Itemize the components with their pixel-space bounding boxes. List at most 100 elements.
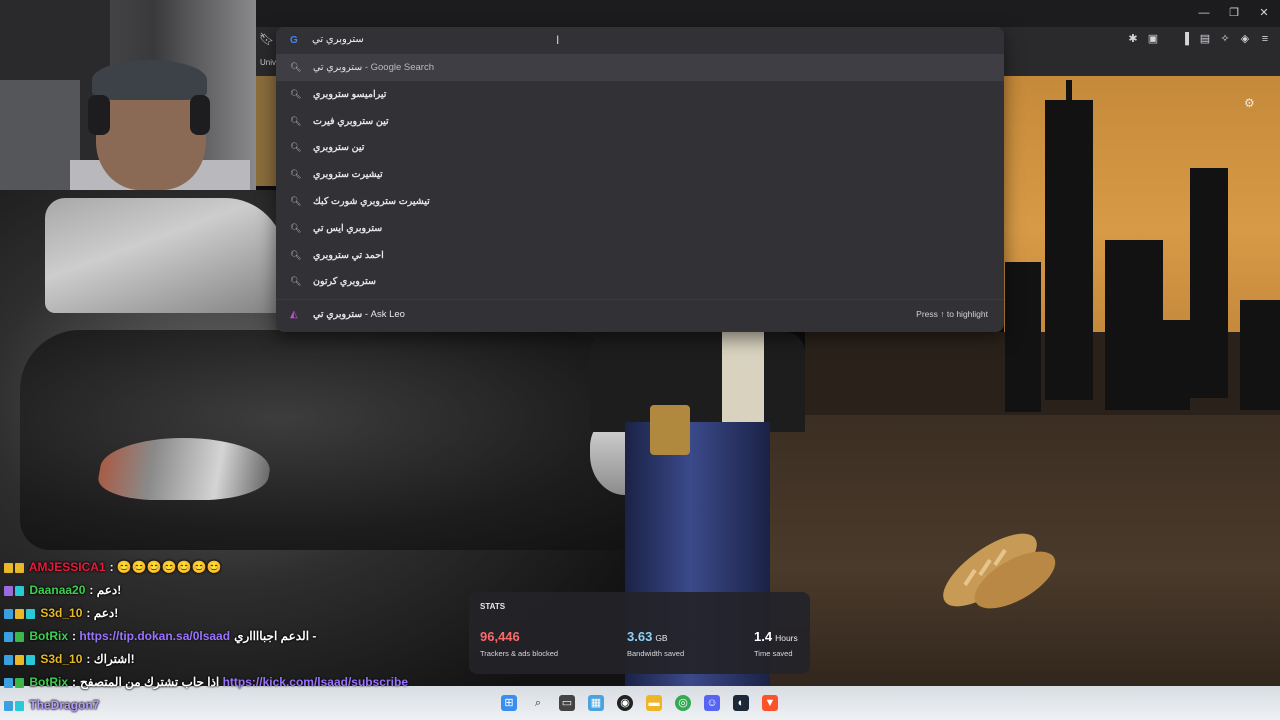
car-body (20, 330, 670, 550)
skyscraper-spire (1066, 80, 1072, 104)
chat-message: Daanaa20 : دعم! (4, 583, 121, 603)
obs-icon[interactable]: ◉ (617, 695, 633, 711)
close-button[interactable]: ✕ (1253, 5, 1275, 21)
menu-icon[interactable]: ≡ (1259, 33, 1271, 45)
search-icon: 🔍︎ (290, 249, 302, 260)
verified-badge-icon (15, 677, 24, 688)
chat-text: : دعم! (89, 583, 122, 597)
building (1005, 262, 1041, 412)
chrome-icon[interactable]: ◎ (675, 695, 691, 711)
og-badge-icon (15, 700, 24, 711)
bookmark-item[interactable]: Univ (260, 58, 276, 67)
ask-leo-item[interactable]: ◭ ستروبري تي - Ask Leo Press ↑ to highli… (276, 299, 1004, 330)
stat-unit: Hours (775, 633, 798, 643)
taskbar: ⊞ ⌕ ▭ ▦ ◉ ▬ ◎ ☺ ◐ ▼ (497, 692, 787, 716)
suggestion-text: تين ستروبري (313, 142, 365, 154)
minimize-button[interactable]: — (1193, 5, 1215, 21)
chat-username[interactable]: BotRix (29, 675, 68, 689)
stats-title: STATS (480, 602, 506, 611)
stat-label: Trackers & ads blocked (480, 649, 559, 658)
extensions-icon[interactable]: ✱ (1127, 33, 1139, 45)
search-icon: 🔍︎ (290, 222, 302, 233)
chat-message: S3d_10 : دعم! (4, 606, 118, 626)
character-torso (590, 332, 805, 432)
steam-icon[interactable]: ◐ (733, 695, 749, 711)
mod-badge-icon (4, 677, 13, 688)
verified-badge-icon (15, 631, 24, 642)
chat-username[interactable]: BotRix (29, 629, 68, 643)
chat-link[interactable]: https://tip.dokan.sa/0lsaad (79, 629, 230, 643)
chat-username[interactable]: AMJESSICA1 (29, 560, 106, 574)
maximize-button[interactable]: ❐ (1223, 5, 1245, 21)
search-icon: 🔍︎ (290, 169, 302, 180)
chat-message: S3d_10: اشتراك! (4, 652, 135, 672)
omnibox-dropdown: G ستروبري تي I 🔍︎ ستروبري تي - Google Se… (276, 27, 1004, 332)
chat-username[interactable]: S3d_10 (40, 652, 82, 666)
search-icon: 🔍︎ (290, 115, 302, 126)
suggestion-item[interactable]: 🔍︎ تيشيرت ستروبري (276, 161, 1004, 188)
stat-time: 1.4 Hours Time saved (754, 628, 798, 658)
leo-ai-icon[interactable]: ✧ (1219, 33, 1231, 45)
google-icon: G (290, 35, 298, 46)
og-badge-icon (15, 585, 24, 596)
suggestion-text: تيراميسو ستروبري (313, 88, 387, 100)
stats-widget[interactable]: STATS 96,446 Trackers & ads blocked 3.63… (469, 592, 810, 674)
sub-badge-icon (4, 562, 13, 573)
suggestion-text: تين ستروبري فيرت (313, 115, 389, 127)
wallet-icon[interactable]: ▣ (1147, 33, 1159, 45)
og-badge-icon (26, 608, 35, 619)
suggestion-text: ستروبري تي (313, 62, 363, 73)
chat-username[interactable]: TheDragon7 (29, 698, 99, 712)
sub-badge-icon (15, 654, 24, 665)
vpn-shield-icon[interactable]: ◈ (1239, 33, 1251, 45)
chat-link[interactable]: https://kick.com/lsaad/subscribe (223, 675, 408, 689)
chat-username[interactable]: S3d_10 (40, 606, 82, 620)
store-icon[interactable]: ▦ (588, 695, 604, 711)
brave-icon[interactable]: ▼ (762, 695, 778, 711)
chat-username[interactable]: Daanaa20 (29, 583, 85, 597)
search-icon[interactable]: ⌕ (530, 695, 546, 711)
system-tray[interactable] (1168, 694, 1278, 716)
browser-titlebar (256, 0, 1280, 27)
search-icon: 🔍︎ (290, 88, 302, 99)
text-cursor-icon: I (556, 33, 560, 47)
og-badge-icon (26, 654, 35, 665)
bookmark-icon[interactable]: 🔖︎ (259, 33, 274, 46)
suggestion-item[interactable]: 🔍︎ احمد تي ستروبري (276, 242, 1004, 269)
task-view-icon[interactable]: ▭ (559, 695, 575, 711)
chat-message: BotRix: اذا حاب تشترك من المتصفح https://… (4, 675, 408, 695)
suggestion-item[interactable]: 🔍︎ ستروبري كرتون (276, 268, 1004, 295)
page-edge (256, 76, 276, 186)
search-icon: 🔍︎ (290, 195, 302, 206)
search-icon: 🔍︎ (290, 142, 302, 153)
wallet2-icon[interactable]: ▤ (1199, 33, 1211, 45)
folder-icon[interactable]: ▬ (646, 695, 662, 711)
start-icon[interactable]: ⊞ (501, 695, 517, 711)
suggestion-item[interactable]: 🔍︎ ستروبري تي - Google Search (276, 54, 1004, 81)
suggestion-text: تيشيرت ستروبري (313, 169, 383, 181)
suggestion-item[interactable]: 🔍︎ تين ستروبري فيرت (276, 108, 1004, 135)
discord-icon[interactable]: ☺ (704, 695, 720, 711)
character-shirt (722, 332, 764, 424)
gift-badge-icon (15, 562, 24, 573)
chat-text: : دعم! (86, 606, 119, 620)
address-bar[interactable]: G ستروبري تي I (276, 27, 1004, 54)
webcam-overlay (0, 0, 256, 190)
suggestion-item[interactable]: 🔍︎ تيراميسو ستروبري (276, 81, 1004, 108)
building (1105, 240, 1163, 410)
gear-icon[interactable]: ⚙ (1244, 97, 1256, 109)
suggestion-text: تيشيرت ستروبري شورت كبك (313, 195, 430, 207)
address-input[interactable]: ستروبري تي (312, 34, 364, 45)
mod-badge-icon (4, 654, 13, 665)
stat-bandwidth: 3.63 GB Bandwidth saved (627, 628, 684, 658)
stat-value: 96,446 (480, 629, 520, 644)
mod-badge-icon (4, 608, 13, 619)
suggestion-item[interactable]: 🔍︎ ستروبري ايس تي (276, 215, 1004, 242)
suggestion-item[interactable]: 🔍︎ تيشيرت ستروبري شورت كبك (276, 188, 1004, 215)
building (1160, 320, 1190, 410)
sidebar-icon[interactable]: ▐ (1179, 33, 1191, 45)
suggestion-item[interactable]: 🔍︎ تين ستروبري (276, 134, 1004, 161)
headphone-left (88, 95, 110, 135)
stat-label: Time saved (754, 649, 793, 658)
chat-text: اذا حاب تشترك من المتصفح (80, 675, 223, 689)
